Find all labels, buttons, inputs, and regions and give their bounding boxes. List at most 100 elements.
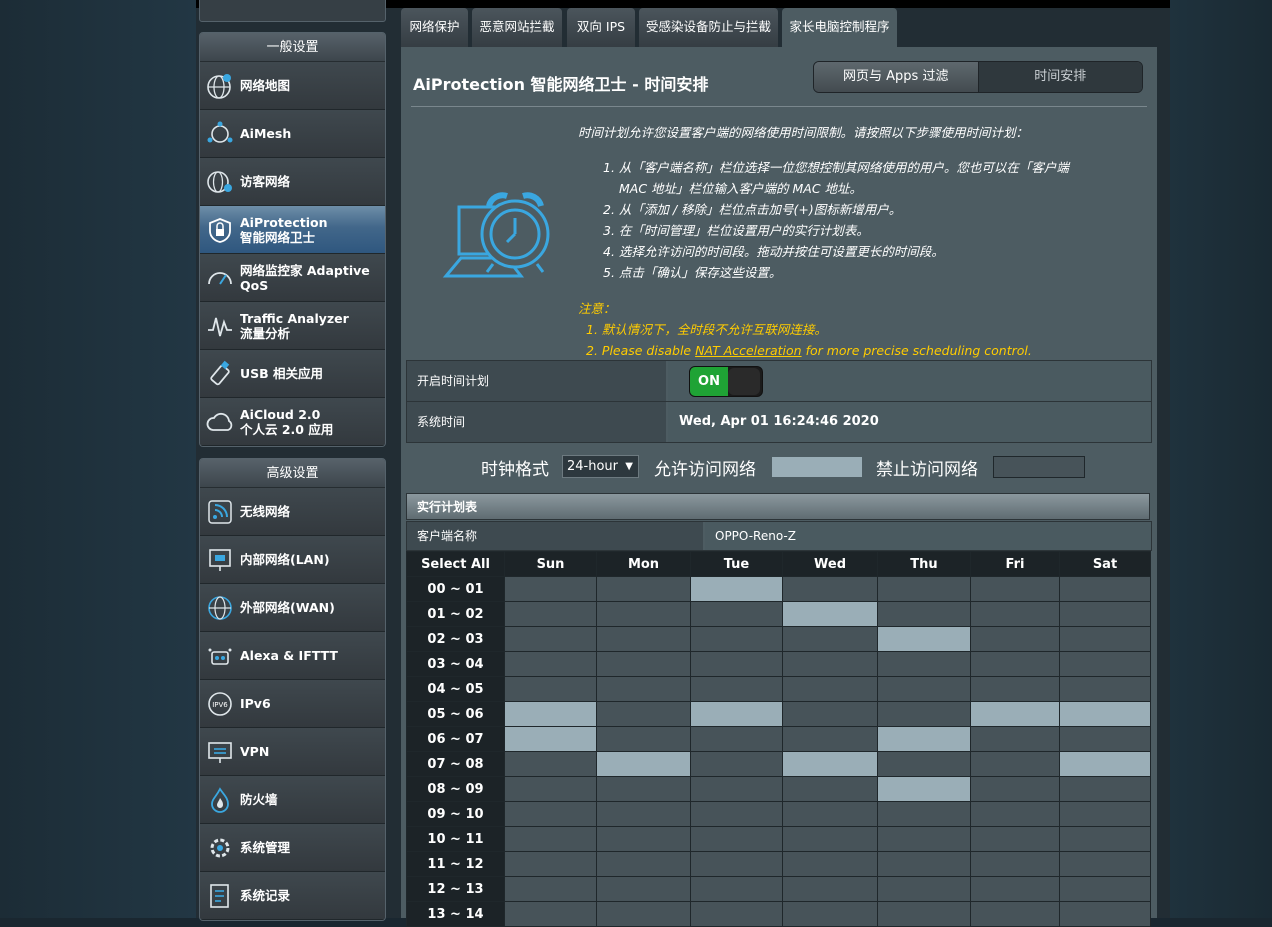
- nat-acceleration-link[interactable]: NAT Acceleration: [695, 343, 802, 358]
- sidebar-item[interactable]: AiProtection 智能网络卫士: [200, 206, 385, 254]
- enable-schedule-toggle[interactable]: ON: [689, 366, 763, 397]
- schedule-cell-denied[interactable]: [970, 576, 1060, 602]
- hour-label[interactable]: 01 ~ 02: [406, 601, 505, 627]
- day-header[interactable]: Wed: [782, 551, 878, 577]
- tab-infected-device-prevention[interactable]: 受感染设备防止与拦截: [639, 8, 778, 47]
- schedule-cell-denied[interactable]: [782, 651, 878, 677]
- hour-label[interactable]: 07 ~ 08: [406, 751, 505, 777]
- schedule-cell-denied[interactable]: [1059, 801, 1151, 827]
- schedule-cell-denied[interactable]: [690, 676, 783, 702]
- schedule-cell-denied[interactable]: [504, 776, 597, 802]
- web-apps-filter-button[interactable]: 网页与 Apps 过滤: [814, 62, 979, 92]
- sidebar-item[interactable]: 系统记录: [200, 872, 385, 920]
- sidebar-item[interactable]: 网络地图: [200, 62, 385, 110]
- schedule-cell-denied[interactable]: [1059, 676, 1151, 702]
- hour-label[interactable]: 04 ~ 05: [406, 676, 505, 702]
- tab-network-protection[interactable]: 网络保护: [401, 8, 468, 47]
- schedule-cell-denied[interactable]: [504, 601, 597, 627]
- sidebar-item[interactable]: 防火墙: [200, 776, 385, 824]
- sidebar-item[interactable]: Alexa & IFTTT: [200, 632, 385, 680]
- schedule-cell-denied[interactable]: [970, 676, 1060, 702]
- schedule-cell-denied[interactable]: [782, 726, 878, 752]
- schedule-cell-denied[interactable]: [782, 776, 878, 802]
- schedule-cell-denied[interactable]: [782, 576, 878, 602]
- schedule-cell-denied[interactable]: [877, 826, 971, 852]
- time-scheduling-button[interactable]: 时间安排: [978, 62, 1142, 92]
- schedule-cell-denied[interactable]: [877, 601, 971, 627]
- schedule-cell-denied[interactable]: [504, 876, 597, 902]
- schedule-cell-allowed[interactable]: [970, 701, 1060, 727]
- hour-label[interactable]: 08 ~ 09: [406, 776, 505, 802]
- schedule-cell-denied[interactable]: [596, 826, 691, 852]
- schedule-cell-denied[interactable]: [970, 751, 1060, 777]
- schedule-cell-denied[interactable]: [504, 901, 597, 927]
- clock-format-select[interactable]: 24-hour ▼: [562, 455, 639, 478]
- tab-parental-controls[interactable]: 家长电脑控制程序: [782, 8, 897, 47]
- schedule-cell-denied[interactable]: [970, 826, 1060, 852]
- schedule-cell-denied[interactable]: [782, 901, 878, 927]
- day-header[interactable]: Thu: [877, 551, 971, 577]
- schedule-cell-denied[interactable]: [690, 876, 783, 902]
- schedule-cell-denied[interactable]: [1059, 626, 1151, 652]
- schedule-cell-allowed[interactable]: [690, 576, 783, 602]
- schedule-cell-denied[interactable]: [782, 801, 878, 827]
- sidebar-item[interactable]: 系统管理: [200, 824, 385, 872]
- schedule-cell-denied[interactable]: [690, 626, 783, 652]
- schedule-cell-denied[interactable]: [877, 651, 971, 677]
- schedule-cell-denied[interactable]: [690, 601, 783, 627]
- day-header[interactable]: Tue: [690, 551, 783, 577]
- schedule-cell-denied[interactable]: [690, 801, 783, 827]
- sidebar-item[interactable]: AiCloud 2.0 个人云 2.0 应用: [200, 398, 385, 446]
- schedule-cell-denied[interactable]: [596, 876, 691, 902]
- schedule-cell-denied[interactable]: [877, 851, 971, 877]
- tab-malicious-site-blocking[interactable]: 恶意网站拦截: [472, 8, 562, 47]
- schedule-cell-denied[interactable]: [782, 851, 878, 877]
- select-all-button[interactable]: Select All: [406, 551, 505, 577]
- schedule-cell-allowed[interactable]: [504, 726, 597, 752]
- schedule-cell-denied[interactable]: [596, 901, 691, 927]
- schedule-cell-denied[interactable]: [782, 876, 878, 902]
- day-header[interactable]: Fri: [970, 551, 1060, 577]
- schedule-cell-denied[interactable]: [596, 726, 691, 752]
- schedule-cell-denied[interactable]: [690, 651, 783, 677]
- day-header[interactable]: Sun: [504, 551, 597, 577]
- tab-two-way-ips[interactable]: 双向 IPS: [567, 8, 635, 47]
- schedule-cell-denied[interactable]: [782, 826, 878, 852]
- sidebar-item[interactable]: 网络监控家 Adaptive QoS: [200, 254, 385, 302]
- sidebar-item[interactable]: VPN: [200, 728, 385, 776]
- sidebar-item[interactable]: USB 相关应用: [200, 350, 385, 398]
- schedule-cell-denied[interactable]: [504, 751, 597, 777]
- schedule-cell-denied[interactable]: [596, 801, 691, 827]
- day-header[interactable]: Sat: [1059, 551, 1151, 577]
- schedule-cell-denied[interactable]: [970, 651, 1060, 677]
- schedule-cell-allowed[interactable]: [504, 701, 597, 727]
- hour-label[interactable]: 05 ~ 06: [406, 701, 505, 727]
- schedule-cell-denied[interactable]: [504, 576, 597, 602]
- schedule-cell-denied[interactable]: [877, 576, 971, 602]
- hour-label[interactable]: 11 ~ 12: [406, 851, 505, 877]
- schedule-cell-allowed[interactable]: [782, 751, 878, 777]
- sidebar-item[interactable]: 访客网络: [200, 158, 385, 206]
- hour-label[interactable]: 03 ~ 04: [406, 651, 505, 677]
- schedule-cell-denied[interactable]: [877, 701, 971, 727]
- schedule-cell-denied[interactable]: [596, 701, 691, 727]
- schedule-cell-denied[interactable]: [596, 851, 691, 877]
- schedule-cell-allowed[interactable]: [690, 701, 783, 727]
- schedule-cell-denied[interactable]: [596, 576, 691, 602]
- schedule-cell-denied[interactable]: [690, 751, 783, 777]
- schedule-cell-denied[interactable]: [970, 601, 1060, 627]
- sidebar-item[interactable]: 外部网络(WAN): [200, 584, 385, 632]
- schedule-cell-denied[interactable]: [877, 801, 971, 827]
- schedule-cell-denied[interactable]: [877, 901, 971, 927]
- schedule-cell-allowed[interactable]: [877, 626, 971, 652]
- sidebar-item[interactable]: AiMesh: [200, 110, 385, 158]
- day-header[interactable]: Mon: [596, 551, 691, 577]
- schedule-cell-denied[interactable]: [596, 676, 691, 702]
- schedule-cell-denied[interactable]: [1059, 651, 1151, 677]
- sidebar-item[interactable]: IPV6 IPv6: [200, 680, 385, 728]
- schedule-cell-denied[interactable]: [504, 651, 597, 677]
- schedule-cell-denied[interactable]: [1059, 776, 1151, 802]
- hour-label[interactable]: 12 ~ 13: [406, 876, 505, 902]
- schedule-cell-denied[interactable]: [504, 851, 597, 877]
- sidebar-item[interactable]: 无线网络: [200, 488, 385, 536]
